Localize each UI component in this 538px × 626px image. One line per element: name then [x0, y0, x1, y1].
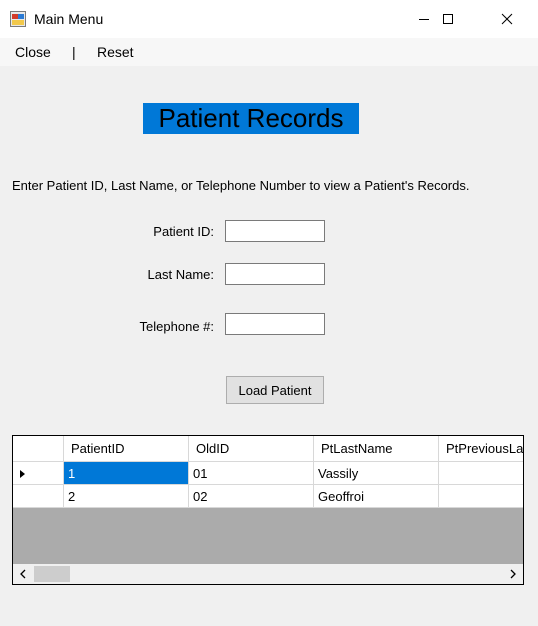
- grid-cell[interactable]: Vassily: [314, 462, 439, 485]
- menu-bar: Close | Reset: [0, 38, 538, 66]
- close-icon: [501, 13, 513, 25]
- title-bar: Main Menu: [0, 0, 538, 38]
- grid-cell[interactable]: [439, 462, 523, 485]
- app-icon: [10, 11, 26, 27]
- column-header[interactable]: PatientID: [64, 436, 189, 462]
- grid-cell[interactable]: 02: [189, 485, 314, 508]
- menu-close[interactable]: Close: [15, 44, 51, 60]
- column-header[interactable]: PtPreviousLa: [439, 436, 523, 462]
- scroll-thumb[interactable]: [34, 566, 70, 582]
- last-name-input[interactable]: [225, 263, 325, 285]
- grid-cell[interactable]: 01: [189, 462, 314, 485]
- last-name-label: Last Name:: [147, 267, 214, 282]
- patient-id-input[interactable]: [225, 220, 325, 242]
- load-patient-button[interactable]: Load Patient: [226, 376, 324, 404]
- telephone-input[interactable]: [225, 313, 325, 335]
- patient-id-label: Patient ID:: [153, 224, 214, 239]
- column-header[interactable]: OldID: [189, 436, 314, 462]
- current-row-arrow-icon: [20, 470, 25, 478]
- patient-grid[interactable]: PatientID OldID PtLastName PtPreviousLa …: [12, 435, 524, 585]
- scroll-left-button[interactable]: [13, 564, 33, 584]
- column-header[interactable]: PtLastName: [314, 436, 439, 462]
- telephone-label: Telephone #:: [139, 319, 214, 334]
- grid-cell[interactable]: 2: [64, 485, 189, 508]
- row-header[interactable]: [13, 462, 64, 485]
- instructions-text: Enter Patient ID, Last Name, or Telephon…: [12, 178, 470, 193]
- scroll-right-button[interactable]: [503, 564, 523, 584]
- scroll-right-icon: [510, 569, 516, 579]
- menu-separator: |: [72, 44, 76, 60]
- window-title: Main Menu: [34, 11, 104, 27]
- maximize-button[interactable]: [425, 0, 471, 38]
- grid-cell[interactable]: Geoffroi: [314, 485, 439, 508]
- grid-cell[interactable]: [439, 485, 523, 508]
- close-window-button[interactable]: [484, 0, 530, 38]
- maximize-icon: [443, 14, 453, 24]
- grid-cell[interactable]: 1: [64, 462, 189, 485]
- scroll-left-icon: [20, 569, 26, 579]
- grid-corner-header: [13, 436, 64, 462]
- row-header[interactable]: [13, 485, 64, 508]
- menu-reset[interactable]: Reset: [97, 44, 134, 60]
- horizontal-scrollbar[interactable]: [13, 564, 523, 584]
- page-title: Patient Records: [143, 103, 359, 134]
